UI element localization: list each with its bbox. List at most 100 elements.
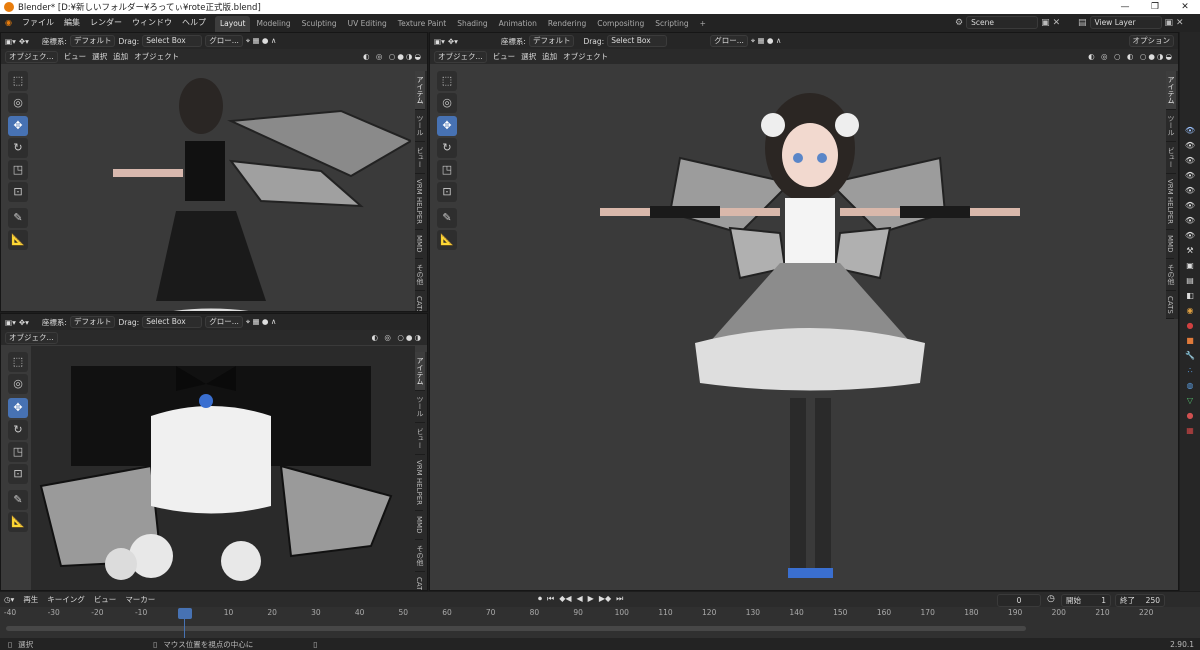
- annotate-tool-icon[interactable]: ✎: [437, 208, 457, 228]
- menu-edit[interactable]: 編集: [59, 14, 85, 32]
- orientation-dropdown[interactable]: グロー...: [710, 35, 748, 47]
- timeline-scrollbar[interactable]: [6, 626, 1026, 631]
- tab-other[interactable]: その他: [1166, 259, 1176, 291]
- play-icon[interactable]: ▶: [588, 594, 594, 604]
- viewport-main[interactable]: ▣▾ ✥▾ 座標系: デフォルト Drag: Select Box グロー...…: [429, 32, 1179, 591]
- menu-timeline-view[interactable]: ビュー: [94, 594, 117, 605]
- tab-tool[interactable]: ツール: [415, 110, 425, 142]
- snap-icon[interactable]: ⌖ ▦ ● ∧: [246, 317, 277, 327]
- transform-pivot-icon[interactable]: ✥▾: [19, 37, 29, 46]
- tab-vrm-helper[interactable]: VRM HELPER: [415, 455, 423, 512]
- tab-mmd[interactable]: MMD: [415, 230, 423, 259]
- jump-start-icon[interactable]: ⏮: [547, 594, 554, 604]
- tab-mmd[interactable]: MMD: [1166, 230, 1174, 259]
- tab-view[interactable]: ビュー: [415, 423, 425, 455]
- tab-tool[interactable]: ツール: [415, 391, 425, 423]
- transform-pivot-icon[interactable]: ✥▾: [19, 318, 29, 327]
- editor-type-icon[interactable]: ▣▾: [5, 318, 16, 327]
- select-tool-icon[interactable]: ⬚: [8, 352, 28, 372]
- annotate-tool-icon[interactable]: ✎: [8, 490, 28, 510]
- visibility-icon[interactable]: 👁: [1183, 199, 1197, 212]
- transform-tool-icon[interactable]: ⊡: [8, 182, 28, 202]
- view-layer-icon[interactable]: ◧: [1183, 289, 1197, 302]
- tab-view[interactable]: ビュー: [1166, 142, 1176, 174]
- menu-help[interactable]: ヘルプ: [177, 14, 211, 32]
- record-icon[interactable]: ⏺: [538, 594, 542, 604]
- coord-dropdown[interactable]: デフォルト: [528, 35, 575, 47]
- tab-shading[interactable]: Shading: [452, 16, 492, 32]
- tab-item[interactable]: アイテム: [1166, 71, 1176, 110]
- visibility-icon[interactable]: 👁: [1183, 139, 1197, 152]
- scale-tool-icon[interactable]: ◳: [437, 160, 457, 180]
- coord-dropdown[interactable]: デフォルト: [69, 316, 116, 328]
- tab-animation[interactable]: Animation: [494, 16, 542, 32]
- transform-tool-icon[interactable]: ⊡: [8, 464, 28, 484]
- scene-icon[interactable]: ◉: [1183, 304, 1197, 317]
- output-icon[interactable]: ▤: [1183, 274, 1197, 287]
- visibility-icon[interactable]: 👁: [1183, 214, 1197, 227]
- scale-tool-icon[interactable]: ◳: [8, 442, 28, 462]
- visibility-icon[interactable]: 👁: [1183, 169, 1197, 182]
- coord-dropdown[interactable]: デフォルト: [69, 35, 116, 47]
- move-tool-icon[interactable]: ✥: [437, 116, 457, 136]
- select-tool-icon[interactable]: ⬚: [437, 71, 457, 91]
- rotate-tool-icon[interactable]: ↻: [8, 138, 28, 158]
- view-layer-field[interactable]: View Layer: [1089, 16, 1162, 29]
- menu-marker[interactable]: マーカー: [125, 594, 155, 605]
- viewport-bottom-left[interactable]: ▣▾ ✥▾ 座標系: デフォルト Drag: Select Box グロー...…: [0, 313, 428, 591]
- new-scene-icon[interactable]: ▣: [1041, 18, 1050, 28]
- menu-add[interactable]: 追加: [542, 51, 557, 62]
- tab-vrm-helper[interactable]: VRM HELPER: [415, 174, 423, 231]
- object-icon[interactable]: ■: [1183, 334, 1197, 347]
- mode-dropdown[interactable]: オブジェク...: [5, 50, 58, 63]
- next-keyframe-icon[interactable]: ▶◆: [599, 594, 611, 604]
- blender-menu-icon[interactable]: ◉: [0, 14, 17, 32]
- tab-tool[interactable]: ツール: [1166, 110, 1176, 142]
- menu-select[interactable]: 選択: [521, 51, 536, 62]
- drag-dropdown[interactable]: Select Box: [142, 316, 203, 328]
- tab-cats[interactable]: CATS: [415, 291, 423, 312]
- mode-dropdown[interactable]: オブジェク...: [5, 331, 58, 344]
- physics-icon[interactable]: ◍: [1183, 379, 1197, 392]
- tab-other[interactable]: その他: [415, 540, 425, 572]
- tab-item[interactable]: アイテム: [415, 352, 425, 391]
- current-frame-field[interactable]: 0: [997, 594, 1041, 607]
- menu-view[interactable]: ビュー: [64, 51, 87, 62]
- visibility-icon[interactable]: 👁: [1183, 229, 1197, 242]
- start-frame-field[interactable]: 開始 1: [1061, 594, 1111, 607]
- menu-object[interactable]: オブジェクト: [563, 51, 608, 62]
- menu-playback[interactable]: 再生: [23, 594, 38, 605]
- drag-dropdown[interactable]: Select Box: [607, 35, 668, 47]
- material-icon[interactable]: ●: [1183, 409, 1197, 422]
- shading-mode-icon[interactable]: ◐ ◎ ○●◑: [372, 333, 424, 342]
- menu-keying[interactable]: キーイング: [47, 594, 85, 605]
- snap-icon[interactable]: ⌖ ▦ ● ∧: [751, 36, 782, 46]
- tab-cats[interactable]: CATS: [415, 572, 423, 591]
- tab-cats[interactable]: CATS: [1166, 291, 1174, 320]
- tab-item[interactable]: アイテム: [415, 71, 425, 110]
- new-view-layer-icon[interactable]: ▣: [1165, 18, 1174, 28]
- tab-sculpting[interactable]: Sculpting: [297, 16, 342, 32]
- world-icon[interactable]: ●: [1183, 319, 1197, 332]
- measure-tool-icon[interactable]: 📐: [8, 512, 28, 532]
- orientation-dropdown[interactable]: グロー...: [205, 316, 243, 328]
- move-tool-icon[interactable]: ✥: [8, 116, 28, 136]
- options-dropdown[interactable]: オプション: [1128, 35, 1174, 47]
- tab-mmd[interactable]: MMD: [415, 511, 423, 540]
- snap-icon[interactable]: ⌖ ▦ ● ∧: [246, 36, 277, 46]
- menu-render[interactable]: レンダー: [85, 14, 127, 32]
- close-button[interactable]: ✕: [1170, 0, 1200, 14]
- rotate-tool-icon[interactable]: ↻: [8, 420, 28, 440]
- data-icon[interactable]: ▽: [1183, 394, 1197, 407]
- scene-icon[interactable]: ⚙: [955, 18, 963, 28]
- playhead[interactable]: [178, 608, 192, 619]
- measure-tool-icon[interactable]: 📐: [8, 230, 28, 250]
- play-reverse-icon[interactable]: ◀: [577, 594, 583, 604]
- measure-tool-icon[interactable]: 📐: [437, 230, 457, 250]
- shading-mode-icon[interactable]: ◐ ◎ ○ ◐ ○●◑◒: [1088, 52, 1174, 61]
- texture-icon[interactable]: ▦: [1183, 424, 1197, 437]
- shading-mode-icon[interactable]: ◐ ◎ ○●◑◒: [363, 52, 423, 61]
- particles-icon[interactable]: ∴: [1183, 364, 1197, 377]
- tab-uv-editing[interactable]: UV Editing: [343, 16, 392, 32]
- editor-type-icon[interactable]: ▣▾: [5, 37, 16, 46]
